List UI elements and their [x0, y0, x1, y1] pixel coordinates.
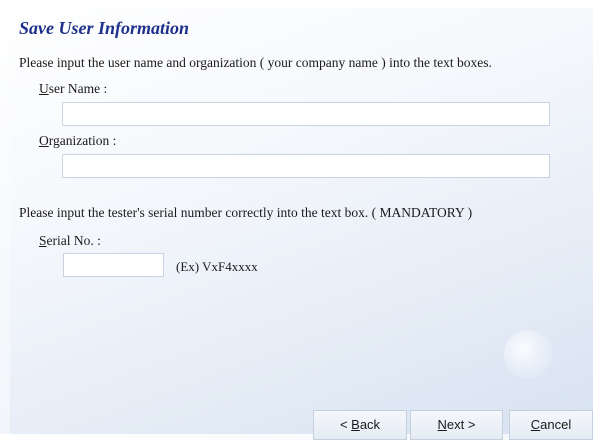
organization-label: Organization :	[39, 133, 116, 149]
serial-number-input[interactable]	[63, 253, 164, 277]
back-button-label: ack	[359, 417, 381, 432]
decorative-orb	[504, 330, 552, 378]
user-name-label-accelerator: U	[39, 81, 49, 96]
serial-number-label-accelerator: S	[39, 233, 47, 248]
serial-instructions: Please input the tester's serial number …	[19, 205, 473, 220]
serial-number-label-text: erial No. :	[46, 233, 101, 248]
serial-number-label: Serial No. :	[39, 233, 101, 249]
organization-label-accelerator: O	[39, 133, 49, 148]
organization-input[interactable]	[62, 154, 550, 178]
cancel-button-label: ancel	[540, 417, 572, 432]
next-button-accelerator: N	[437, 417, 447, 432]
next-button[interactable]: Next >	[410, 410, 503, 440]
back-button-accelerator: B	[351, 417, 360, 432]
organization-label-text: rganization :	[48, 133, 117, 148]
back-button-prefix: <	[339, 417, 352, 432]
back-button[interactable]: < Back	[313, 410, 407, 440]
next-button-label: ext >	[446, 417, 476, 432]
user-name-input[interactable]	[62, 102, 550, 126]
user-name-label: User Name :	[39, 81, 107, 97]
left-band	[0, 0, 10, 434]
top-band	[0, 0, 593, 8]
user-info-instructions: Please input the user name and organizat…	[19, 55, 492, 70]
user-name-label-text: ser Name :	[48, 81, 108, 96]
cancel-button-accelerator: C	[530, 417, 541, 432]
cancel-button[interactable]: Cancel	[509, 410, 593, 440]
serial-number-example: (Ex) VxF4xxxx	[176, 259, 258, 274]
page-title: Save User Information	[19, 18, 190, 38]
